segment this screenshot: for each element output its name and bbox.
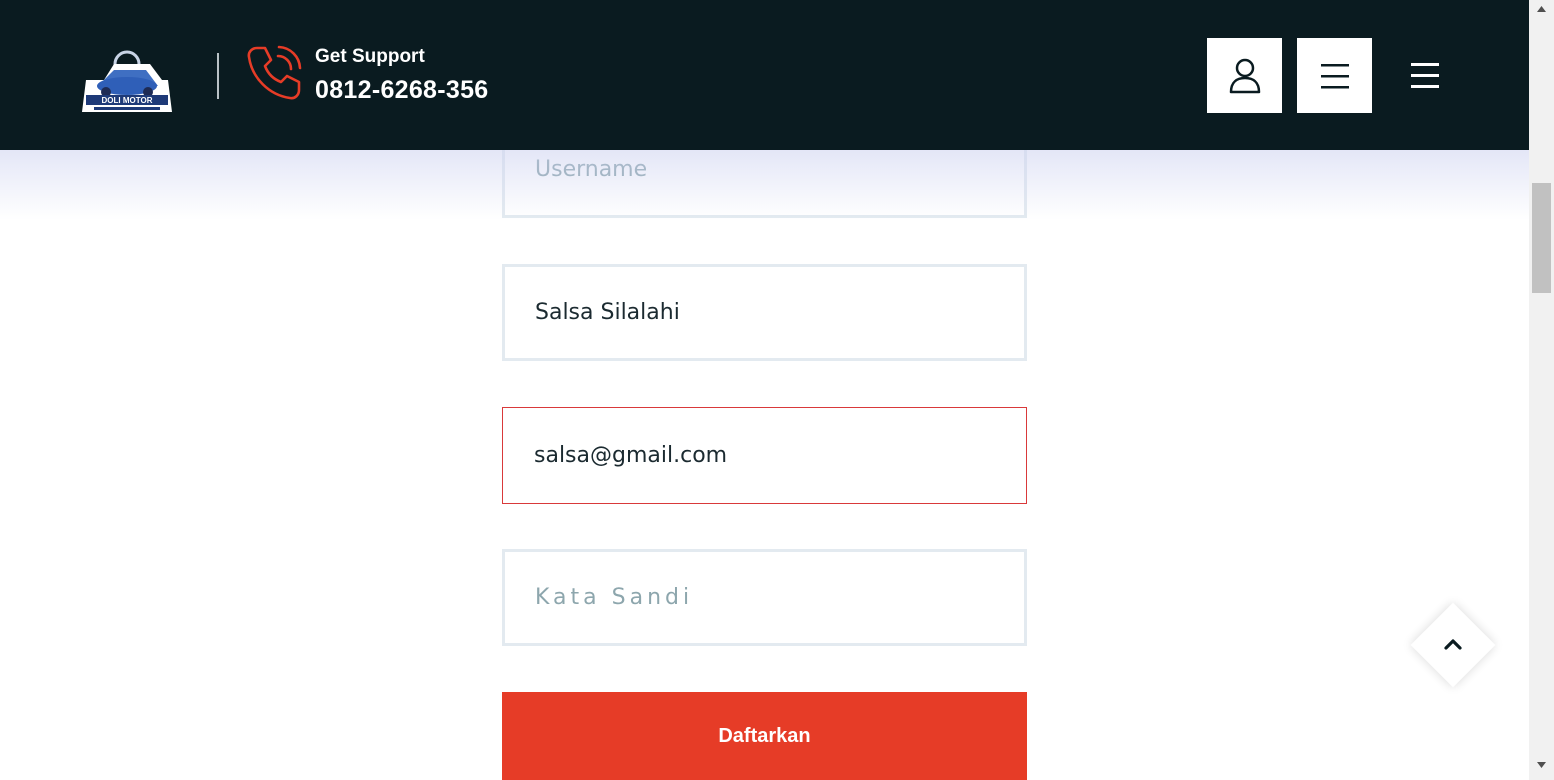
support-phone-number[interactable]: 0812-6268-356	[315, 76, 489, 105]
site-header: DOLI MOTOR Get Support 0812-6268-356	[0, 0, 1529, 150]
header-shadow	[0, 150, 1529, 220]
email-input[interactable]	[502, 407, 1027, 504]
user-icon	[1229, 58, 1260, 93]
page-scrollbar[interactable]	[1529, 0, 1554, 780]
menu-icon	[1320, 63, 1349, 88]
site-logo[interactable]: DOLI MOTOR	[80, 50, 174, 118]
chevron-up-icon	[1444, 639, 1462, 650]
back-to-top-button[interactable]	[1410, 602, 1496, 688]
logo-text: DOLI MOTOR	[102, 96, 153, 105]
user-account-button[interactable]	[1207, 38, 1282, 113]
scroll-up-arrow-icon[interactable]	[1537, 6, 1546, 12]
scroll-down-arrow-icon[interactable]	[1537, 762, 1546, 768]
hamburger-icon	[1411, 63, 1439, 88]
mobile-menu-toggle[interactable]	[1402, 54, 1448, 96]
register-submit-button[interactable]: Daftarkan	[502, 692, 1027, 780]
scrollbar-thumb[interactable]	[1532, 183, 1551, 293]
header-divider	[217, 53, 219, 99]
menu-button[interactable]	[1297, 38, 1372, 113]
phone-icon	[245, 44, 303, 102]
full-name-input[interactable]	[502, 264, 1027, 361]
password-input[interactable]	[502, 549, 1027, 646]
support-label: Get Support	[315, 46, 425, 67]
